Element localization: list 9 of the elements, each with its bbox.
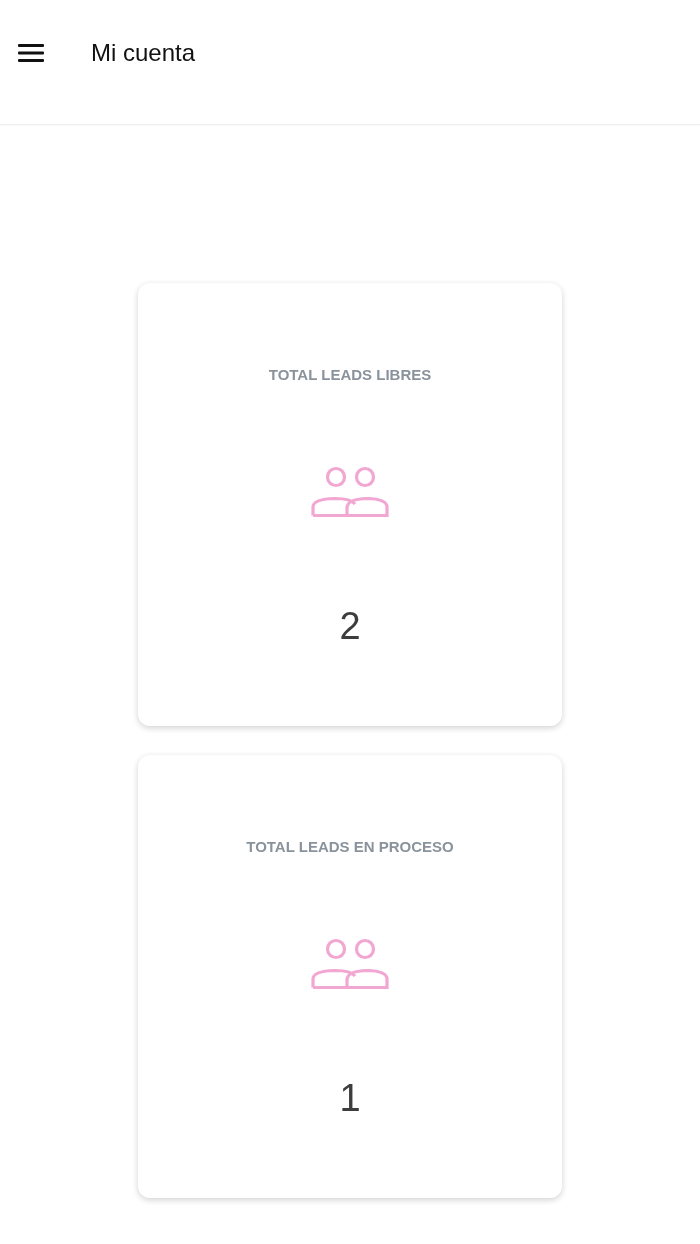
card-title: TOTAL LEADS LIBRES: [268, 365, 432, 385]
people-icon: [311, 466, 389, 518]
menu-icon: [18, 43, 44, 63]
people-icon: [311, 938, 389, 990]
card-value: 1: [339, 1076, 361, 1120]
menu-button[interactable]: [18, 42, 44, 64]
app-bar-title: Mi cuenta: [91, 38, 196, 68]
card-value: 2: [339, 604, 361, 648]
card-title: TOTAL LEADS EN PROCESO: [246, 837, 454, 857]
